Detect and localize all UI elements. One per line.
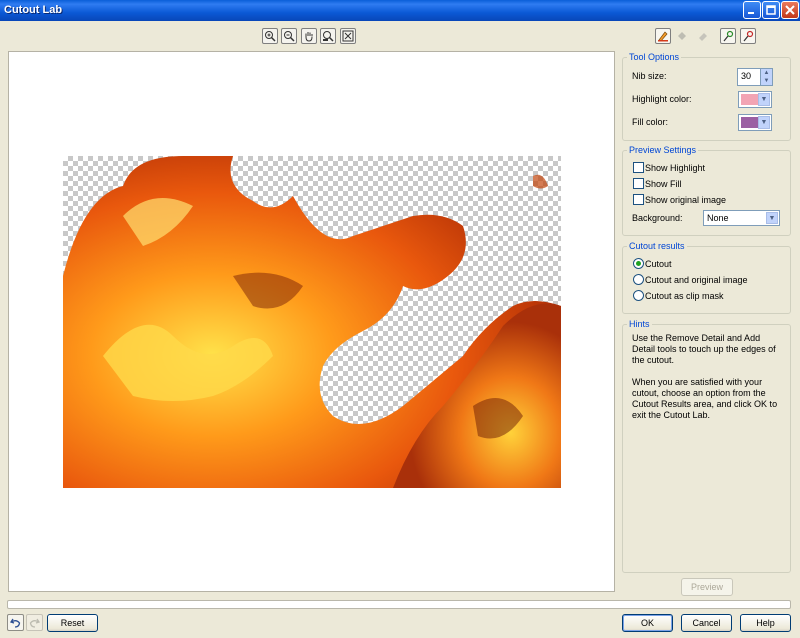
fill-bucket-icon xyxy=(678,32,686,40)
background-select[interactable]: None ▼ xyxy=(703,210,780,226)
tool-options-heading: Tool Options xyxy=(627,52,682,62)
reset-button[interactable]: Reset xyxy=(47,614,98,632)
title-bar[interactable]: Cutout Lab xyxy=(0,0,800,21)
maximize-button[interactable] xyxy=(762,1,780,19)
maximize-icon xyxy=(766,5,776,15)
show-highlight-label: Show Highlight xyxy=(645,163,706,173)
zoom-fit-button[interactable] xyxy=(320,28,336,44)
cutout-clip-mask-label: Cutout as clip mask xyxy=(645,291,724,301)
add-detail-icon xyxy=(723,30,734,42)
preview-settings-heading: Preview Settings xyxy=(627,145,699,155)
minimize-button[interactable] xyxy=(743,1,761,19)
highlight-color-picker[interactable]: ▼ xyxy=(738,91,772,108)
cutout-and-original-radio[interactable] xyxy=(633,274,644,285)
undo-button[interactable] xyxy=(7,614,24,631)
remove-detail-icon xyxy=(743,30,754,42)
remove-detail-tool[interactable] xyxy=(740,28,756,44)
show-original-checkbox[interactable] xyxy=(633,194,644,205)
show-fill-checkbox[interactable] xyxy=(633,178,644,189)
zoom-out-icon xyxy=(284,31,295,42)
close-button[interactable] xyxy=(781,1,799,19)
chevron-down-icon: ▼ xyxy=(766,212,778,224)
zoom-out-button[interactable] xyxy=(281,28,297,44)
add-detail-tool[interactable] xyxy=(720,28,736,44)
pan-hand-icon xyxy=(305,32,313,42)
pan-button[interactable] xyxy=(301,28,317,44)
spinner-up-icon[interactable]: ▲ xyxy=(764,70,770,76)
spinner-down-icon[interactable]: ▼ xyxy=(764,78,770,84)
image-canvas[interactable] xyxy=(8,51,615,592)
cutout-results-heading: Cutout results xyxy=(627,241,687,251)
ok-button[interactable]: OK xyxy=(622,614,673,632)
eraser-icon xyxy=(699,33,707,41)
eraser-tool[interactable] xyxy=(695,28,711,44)
background-value: None xyxy=(707,213,729,223)
hints-paragraph-1: Use the Remove Detail and Add Detail too… xyxy=(632,333,776,365)
nib-size-spinner[interactable]: 30 ▲ ▼ xyxy=(737,68,773,86)
redo-button[interactable] xyxy=(26,614,43,631)
highlighter-tool[interactable] xyxy=(655,28,671,44)
cutout-and-original-label: Cutout and original image xyxy=(645,275,748,285)
zoom-actual-button[interactable] xyxy=(340,28,356,44)
hints-text: Use the Remove Detail and Add Detail too… xyxy=(632,333,784,432)
show-highlight-checkbox[interactable] xyxy=(633,162,644,173)
zoom-fit-icon xyxy=(323,31,334,42)
minimize-icon xyxy=(748,12,754,14)
fill-color-label: Fill color: xyxy=(632,117,669,127)
show-original-label: Show original image xyxy=(645,195,727,205)
highlight-color-label: Highlight color: xyxy=(632,94,692,104)
highlighter-icon xyxy=(658,31,668,42)
background-label: Background: xyxy=(632,213,683,223)
hints-heading: Hints xyxy=(627,319,652,329)
fill-color-swatch xyxy=(741,117,759,128)
chevron-down-icon: ▼ xyxy=(758,93,770,106)
nib-size-label: Nib size: xyxy=(632,71,667,81)
close-icon xyxy=(785,5,795,15)
cancel-button[interactable]: Cancel xyxy=(681,614,732,632)
cutout-image[interactable] xyxy=(63,156,561,488)
highlight-color-swatch xyxy=(741,94,759,105)
spinner-arrows[interactable]: ▲ ▼ xyxy=(760,69,772,85)
fill-tool[interactable] xyxy=(674,28,690,44)
preview-button[interactable]: Preview xyxy=(681,578,733,596)
cutout-clip-mask-radio[interactable] xyxy=(633,290,644,301)
help-button[interactable]: Help xyxy=(740,614,791,632)
zoom-in-button[interactable] xyxy=(262,28,278,44)
undo-icon xyxy=(10,618,21,628)
zoom-actual-icon xyxy=(342,30,354,42)
show-fill-label: Show Fill xyxy=(645,179,682,189)
chevron-down-icon: ▼ xyxy=(758,116,770,129)
hints-paragraph-2: When you are satisfied with your cutout,… xyxy=(632,377,778,420)
progress-bar xyxy=(7,600,791,609)
cutout-radio[interactable] xyxy=(633,258,644,269)
zoom-in-icon xyxy=(265,31,276,42)
redo-icon xyxy=(29,618,40,628)
window-title: Cutout Lab xyxy=(4,4,63,16)
flame-image xyxy=(63,156,561,488)
fill-color-picker[interactable]: ▼ xyxy=(738,114,772,131)
nib-size-value: 30 xyxy=(741,71,752,81)
cutout-option-label: Cutout xyxy=(645,259,672,269)
